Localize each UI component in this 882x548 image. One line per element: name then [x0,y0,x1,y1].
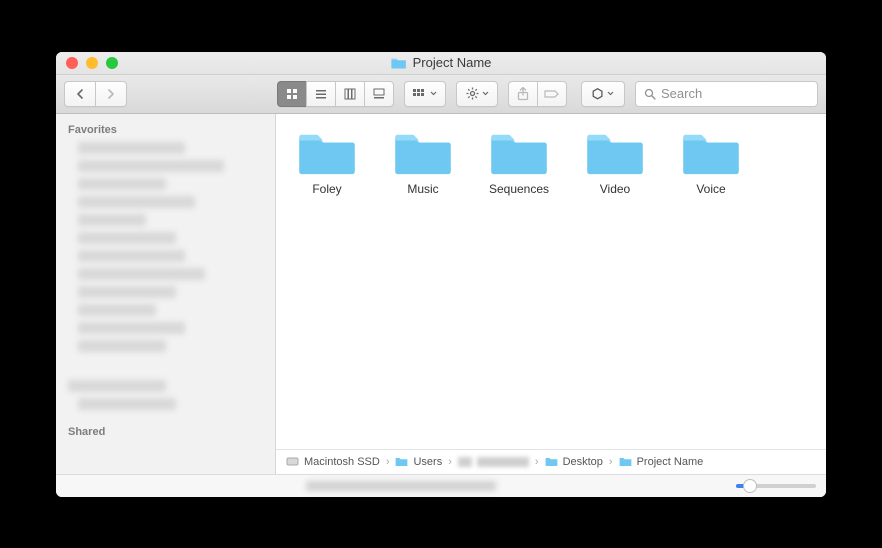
sidebar: Favorites Shared [56,114,276,474]
path-crumb-user[interactable] [458,457,529,467]
view-gallery-button[interactable] [364,81,394,107]
arrange-button[interactable] [404,81,446,107]
share-group [508,81,567,107]
path-crumb-users[interactable]: Users [395,456,442,468]
dropbox-icon: ⬡ [592,86,603,102]
gear-icon [466,87,479,100]
action-group [456,81,498,107]
folder-icon [584,130,646,176]
chevron-left-icon [75,89,85,99]
folder-item[interactable]: Music [382,130,464,196]
search-placeholder: Search [661,86,702,101]
folder-icon [391,56,407,70]
main-area: Foley Music Sequences Video Voice [276,114,826,474]
toolbar: ⬡ Search [56,75,826,114]
grid-icon [286,88,298,100]
folder-item[interactable]: Foley [286,130,368,196]
folder-item[interactable]: Sequences [478,130,560,196]
folder-icon [680,130,742,176]
folder-label: Foley [312,182,341,196]
path-crumb-current[interactable]: Project Name [619,456,704,468]
minimize-button[interactable] [86,57,98,69]
search-input[interactable]: Search [635,81,818,107]
close-button[interactable] [66,57,78,69]
slider-knob[interactable] [743,479,757,493]
chevron-down-icon [607,91,614,96]
chevron-right-icon: › [384,456,392,468]
folder-icon [488,130,550,176]
view-column-button[interactable] [335,81,364,107]
path-bar: Macintosh SSD › Users › › Desktop › [276,449,826,474]
folder-icon [392,130,454,176]
coverflow-icon [373,88,385,100]
window-title: Project Name [391,55,492,70]
tag-icon [544,89,560,99]
dropbox-button[interactable]: ⬡ [581,81,625,107]
dropbox-group: ⬡ [581,81,625,107]
chevron-right-icon: › [607,456,615,468]
folder-icon [395,456,408,467]
nav-back-forward [64,81,127,107]
folder-item[interactable]: Voice [670,130,752,196]
path-crumb-disk[interactable]: Macintosh SSD [286,455,380,468]
titlebar[interactable]: Project Name [56,52,826,75]
status-text [66,481,736,491]
status-bar [56,474,826,497]
columns-icon [344,88,356,100]
window-title-text: Project Name [413,55,492,70]
share-button[interactable] [508,81,537,107]
icon-grid[interactable]: Foley Music Sequences Video Voice [276,114,826,449]
chevron-down-icon [430,91,437,96]
view-icon-button[interactable] [277,81,306,107]
sidebar-heading-shared: Shared [68,426,263,438]
chevron-right-icon: › [446,456,454,468]
folder-label: Voice [696,182,725,196]
folder-icon [545,456,558,467]
back-button[interactable] [64,81,95,107]
forward-button[interactable] [95,81,127,107]
chevron-right-icon [106,89,116,99]
arrange-icon [413,89,427,99]
folder-item[interactable]: Video [574,130,656,196]
window-controls [56,57,118,69]
arrange-group [404,81,446,107]
icon-size-slider[interactable] [736,484,816,488]
action-button[interactable] [456,81,498,107]
finder-window: Project Name [56,52,826,497]
share-icon [517,87,529,101]
disk-icon [286,455,299,468]
tags-button[interactable] [537,81,567,107]
sidebar-heading-favorites: Favorites [68,124,263,136]
folder-icon [619,456,632,467]
folder-label: Sequences [489,182,549,196]
path-crumb-desktop[interactable]: Desktop [545,456,603,468]
zoom-button[interactable] [106,57,118,69]
folder-label: Video [600,182,630,196]
chevron-right-icon: › [533,456,541,468]
list-icon [315,88,327,100]
folder-label: Music [407,182,438,196]
folder-icon [296,130,358,176]
search-icon [644,88,656,100]
chevron-down-icon [482,91,489,96]
view-mode-group [277,81,394,107]
view-list-button[interactable] [306,81,335,107]
content-area: Favorites Shared Foley [56,114,826,474]
